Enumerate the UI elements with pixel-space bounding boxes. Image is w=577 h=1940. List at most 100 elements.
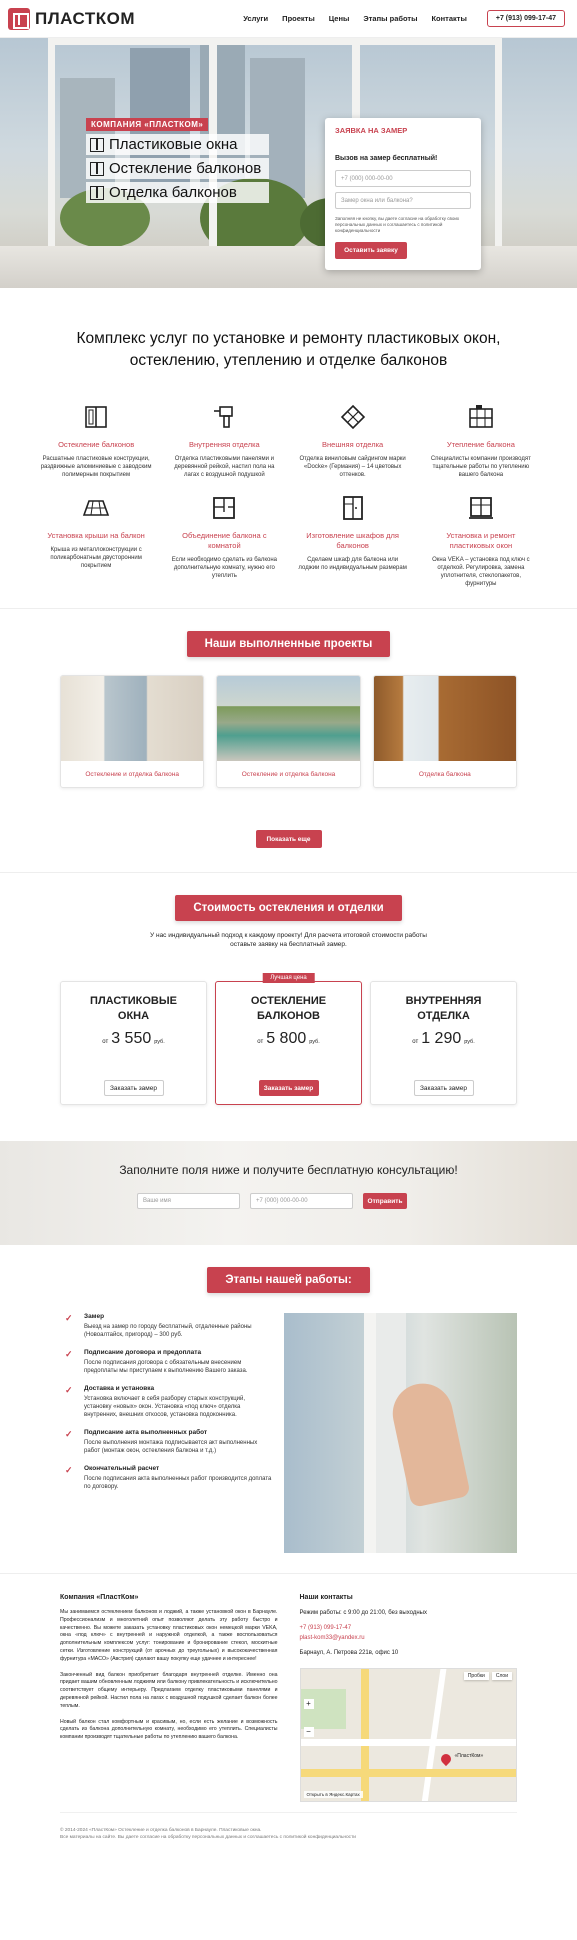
price-card-name-line: БАЛКОНОВ	[257, 1010, 320, 1022]
map-pin-label: «ПластКом»	[454, 1753, 484, 1759]
best-price-badge: Лучшая цена	[262, 973, 315, 983]
service-name: Объединение балкона с комнатой	[182, 531, 267, 550]
consent-text: Заполняя не кнопку, вы даете согласие на…	[335, 216, 460, 233]
map-road	[300, 1739, 517, 1746]
check-icon: ✓	[65, 1349, 73, 1359]
project-card[interactable]: Отделка балкона	[372, 675, 517, 788]
price-card: ПЛАСТИКОВЫЕ ОКНА от 3 550 руб. Заказать зам…	[60, 981, 207, 1105]
hero-banner: КОМПАНИЯ «ПЛАСТКОМ» Пластиковые окна Ост…	[0, 38, 577, 288]
map-layers-button[interactable]: Слои	[491, 1672, 512, 1680]
order-measure-button[interactable]: Заказать замер	[258, 1080, 319, 1096]
hero-item: Остекление балконов	[86, 158, 270, 179]
service-card[interactable]: Утепление балкона Специалисты компании п…	[425, 402, 537, 479]
balcony-icon	[90, 161, 104, 176]
service-name: Внешняя отделка	[322, 440, 384, 449]
project-card[interactable]: Остекление и отделка балкона	[60, 675, 205, 788]
submit-request-button[interactable]: Оставить заявку	[335, 242, 407, 259]
hero-item: Пластиковые окна	[86, 134, 270, 155]
drill-icon	[168, 402, 280, 432]
step-desc: После выполнения монтажа подписывается а…	[84, 1440, 258, 1454]
question-input[interactable]: Замер окна или балкона?	[335, 192, 471, 209]
name-input[interactable]: Ваше имя	[137, 1193, 240, 1209]
price-card-name-line: ПЛАСТИКОВЫЕ	[90, 995, 177, 1007]
project-card[interactable]: Остекление и отделка балкона	[216, 675, 361, 788]
price-card-name: ОСТЕКЛЕНИЕ БАЛКОНОВ	[216, 994, 361, 1024]
service-card[interactable]: Остекление балконов Расшатные пластиковы…	[40, 402, 152, 479]
copyright-line: © 2014-2024 «ПластКом» Остекление и отде…	[60, 1828, 262, 1833]
tiles-icon	[297, 402, 409, 432]
yandex-map[interactable]: Пробки Слои + − «ПластКом» Открыть в Янд…	[299, 1668, 517, 1802]
map-pin-icon[interactable]	[438, 1751, 453, 1767]
header-phone-button[interactable]: +7 (913) 099-17-47	[486, 10, 565, 27]
step-item: ✓ Доставка и установка Установка включает …	[65, 1385, 272, 1419]
step-desc: Установка включает в себя разборку стары…	[84, 1396, 246, 1418]
price-from: от	[257, 1039, 264, 1045]
price-card-name: ВНУТРЕННЯЯ ОТДЕЛКА	[371, 994, 516, 1024]
nav-projects[interactable]: Проекты	[282, 14, 315, 23]
hero-item: Отделка балконов	[86, 182, 270, 203]
consultation-title: Заполните поля ниже и получите бесплатну…	[119, 1163, 458, 1177]
projects-title: Наши выполненные проекты	[186, 631, 391, 657]
footer-phone-link[interactable]: +7 (913) 099-17-47	[300, 1624, 518, 1633]
map-road	[300, 1769, 517, 1777]
step-item: ✓ Замер Выезд на замер по городу бесплатны…	[65, 1313, 272, 1339]
open-in-yandex-maps-link[interactable]: Открыть в Яндекс.Картах	[303, 1791, 363, 1798]
service-card[interactable]: Объединение балкона с комнатой Если необ…	[168, 493, 280, 588]
photo-frame	[364, 1313, 376, 1553]
price-from: от	[102, 1039, 109, 1045]
nav-prices[interactable]: Цены	[329, 14, 350, 23]
price-card-name-line: ОСТЕКЛЕНИЕ	[250, 995, 327, 1007]
consultation-form: Ваше имя +7 (000) 000-00-00 Отправить	[137, 1193, 407, 1209]
phone-input[interactable]: +7 (000) 000-00-00	[250, 1193, 353, 1209]
step-item: ✓ Подписание акта выполненных работ После …	[65, 1429, 272, 1455]
steps-title: Этапы нашей работы:	[207, 1267, 370, 1293]
work-hours: Режим работы: с 9:00 до 21:00, без выход…	[299, 1610, 428, 1616]
footer-about: Компания «ПластКом» Мы занимаемся остекл…	[60, 1594, 278, 1802]
nav-steps[interactable]: Этапы работы	[363, 14, 417, 23]
service-card[interactable]: Внешняя отделка Отделка виниловым сайдин…	[297, 402, 409, 479]
service-card[interactable]: Изготовление шкафов для балконов Сделаем…	[297, 493, 409, 588]
map-road	[421, 1669, 446, 1801]
service-name: Утепление балкона	[446, 440, 515, 449]
service-desc: Расшатные пластиковые конструкции, раздв…	[40, 456, 152, 478]
zoom-out-icon[interactable]: −	[303, 1727, 314, 1737]
service-desc: Если необходимо сделать из балкона допол…	[171, 557, 278, 579]
copyright-line: Все материалы на сайте. Вы даете согласи…	[60, 1835, 356, 1840]
floorplan-icon	[168, 493, 280, 523]
window-icon	[90, 137, 104, 152]
step-desc: После подписания акта выполненных работ …	[84, 1476, 272, 1490]
show-more-button[interactable]: Показать еще	[255, 830, 322, 848]
nav-contacts[interactable]: Контакты	[431, 14, 466, 23]
price-amount: 1 290	[421, 1030, 462, 1047]
order-measure-button[interactable]: Заказать замер	[413, 1080, 474, 1096]
order-measure-button[interactable]: Заказать замер	[103, 1080, 164, 1096]
logo[interactable]: ПЛАСТКОМ	[8, 7, 135, 30]
price-card: ВНУТРЕННЯЯ ОТДЕЛКА от 1 290 руб. Заказать з…	[370, 981, 517, 1105]
zoom-in-icon[interactable]: +	[303, 1699, 314, 1709]
send-button[interactable]: Отправить	[363, 1193, 407, 1209]
price-value: от 5 800 руб.	[216, 1030, 361, 1048]
steps-section: Этапы нашей работы: ✓ Замер Выезд на замер…	[0, 1245, 577, 1573]
service-desc: Крыша из металлоконструкции с поликарбон…	[50, 547, 142, 569]
project-caption: Остекление и отделка балкона	[241, 770, 336, 778]
service-card[interactable]: Внутренняя отделка Отделка пластиковыми …	[168, 402, 280, 479]
footer-email-link[interactable]: plast-kom33@yandex.ru	[300, 1634, 518, 1643]
service-name: Установка и ремонт пластиковых окон	[446, 531, 516, 550]
map-traffic-button[interactable]: Пробки	[463, 1672, 489, 1680]
window-icon	[40, 402, 152, 432]
copyright: © 2014-2024 «ПластКом» Остекление и отде…	[60, 1812, 517, 1851]
nav-services[interactable]: Услуги	[243, 14, 268, 23]
price-from: от	[412, 1039, 419, 1045]
prices-grid: ПЛАСТИКОВЫЕ ОКНА от 3 550 руб. Заказать зам…	[60, 973, 517, 1105]
service-card[interactable]: Установка крыши на балкон Крыша из метал…	[40, 493, 152, 588]
main-nav: Услуги Проекты Цены Этапы работы Контакт…	[243, 14, 467, 23]
service-name: Установка крыши на балкон	[47, 531, 145, 540]
projects-section: Наши выполненные проекты Остекление и от…	[0, 609, 577, 872]
footer-about-text: Мы занимаемся остеклением балконов и лод…	[60, 1609, 278, 1662]
services-title-line: остеклению, утеплению и отделке балконов	[129, 352, 448, 369]
hero-item-label: Остекление балконов	[109, 160, 262, 177]
projects-grid: Остекление и отделка балкона Остекление …	[60, 675, 517, 788]
price-amount: 5 800	[266, 1030, 307, 1047]
service-card[interactable]: Установка и ремонт пластиковых окон Окна…	[425, 493, 537, 588]
phone-input[interactable]: +7 (000) 000-00-00	[335, 170, 471, 187]
